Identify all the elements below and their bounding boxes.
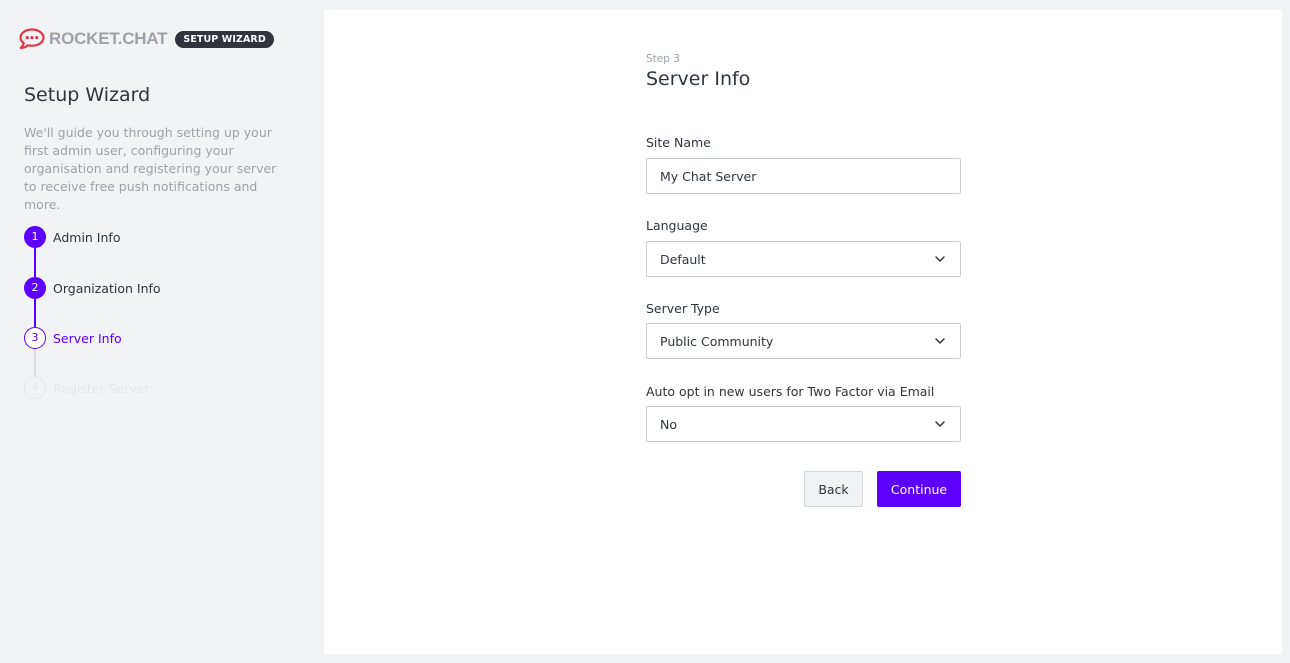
step-label: Server Info bbox=[53, 330, 122, 346]
step-number: 2 bbox=[24, 277, 46, 299]
brand-name: ROCKET.CHAT bbox=[49, 29, 168, 48]
step-number: 4 bbox=[24, 377, 46, 399]
language-select[interactable]: Default bbox=[646, 241, 961, 277]
sidebar-title: Setup Wizard bbox=[24, 84, 151, 106]
site-name-input[interactable] bbox=[646, 158, 961, 194]
continue-button[interactable]: Continue bbox=[877, 471, 961, 507]
step-label: Register Server bbox=[53, 380, 150, 396]
two-factor-label: Auto opt in new users for Two Factor via… bbox=[646, 384, 935, 399]
step-indicator: Step 3 bbox=[646, 53, 680, 65]
setup-wizard-badge: SETUP WIZARD bbox=[175, 30, 274, 48]
sidebar: ROCKET.CHAT SETUP WIZARD Setup Wizard We… bbox=[0, 0, 310, 663]
site-name-label: Site Name bbox=[646, 135, 711, 150]
chevron-down-icon bbox=[935, 421, 945, 427]
step-label: Organization Info bbox=[53, 280, 161, 296]
step-connector bbox=[34, 349, 36, 377]
step-admin-info[interactable]: 1 Admin Info bbox=[24, 226, 284, 248]
sidebar-description: We'll guide you through setting up your … bbox=[24, 125, 277, 212]
chevron-down-icon bbox=[935, 256, 945, 262]
step-server-info[interactable]: 3 Server Info bbox=[24, 327, 284, 349]
step-connector bbox=[34, 248, 36, 277]
server-info-form: Step 3 Server Info Site Name Language De… bbox=[646, 53, 961, 507]
step-number: 1 bbox=[24, 226, 46, 248]
step-label: Admin Info bbox=[53, 229, 121, 245]
rocketchat-logo-icon bbox=[19, 28, 45, 50]
step-connector bbox=[34, 299, 36, 327]
server-type-select[interactable]: Public Community bbox=[646, 323, 961, 359]
brand: ROCKET.CHAT SETUP WIZARD bbox=[19, 27, 274, 51]
two-factor-select[interactable]: No bbox=[646, 406, 961, 442]
step-number: 3 bbox=[24, 327, 46, 349]
step-organization-info[interactable]: 2 Organization Info bbox=[24, 277, 284, 299]
server-type-value: Public Community bbox=[660, 333, 774, 349]
main-panel: Step 3 Server Info Site Name Language De… bbox=[324, 10, 1282, 654]
two-factor-value: No bbox=[660, 416, 677, 432]
language-label: Language bbox=[646, 218, 708, 233]
server-type-label: Server Type bbox=[646, 301, 720, 316]
language-value: Default bbox=[660, 251, 706, 267]
chevron-down-icon bbox=[935, 338, 945, 344]
back-button[interactable]: Back bbox=[804, 471, 863, 507]
form-title: Server Info bbox=[646, 68, 751, 90]
step-register-server: 4 Register Server bbox=[24, 377, 284, 399]
